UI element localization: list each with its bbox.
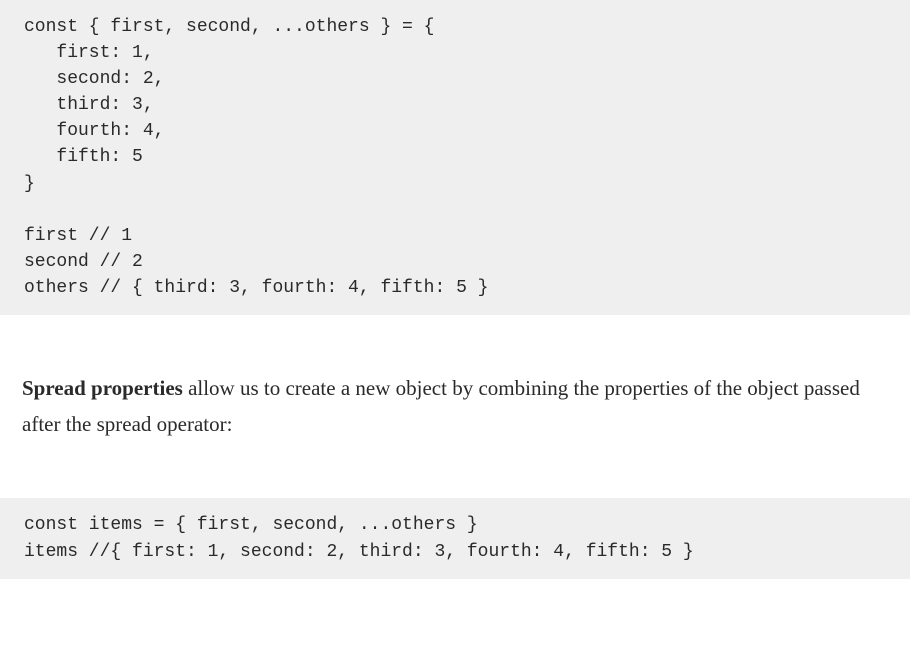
- code-block-spread: const items = { first, second, ...others…: [0, 498, 910, 578]
- paragraph-spread-properties: Spread properties allow us to create a n…: [0, 371, 910, 442]
- code-block-destructuring: const { first, second, ...others } = { f…: [0, 0, 910, 315]
- paragraph-strong: Spread properties: [22, 376, 183, 400]
